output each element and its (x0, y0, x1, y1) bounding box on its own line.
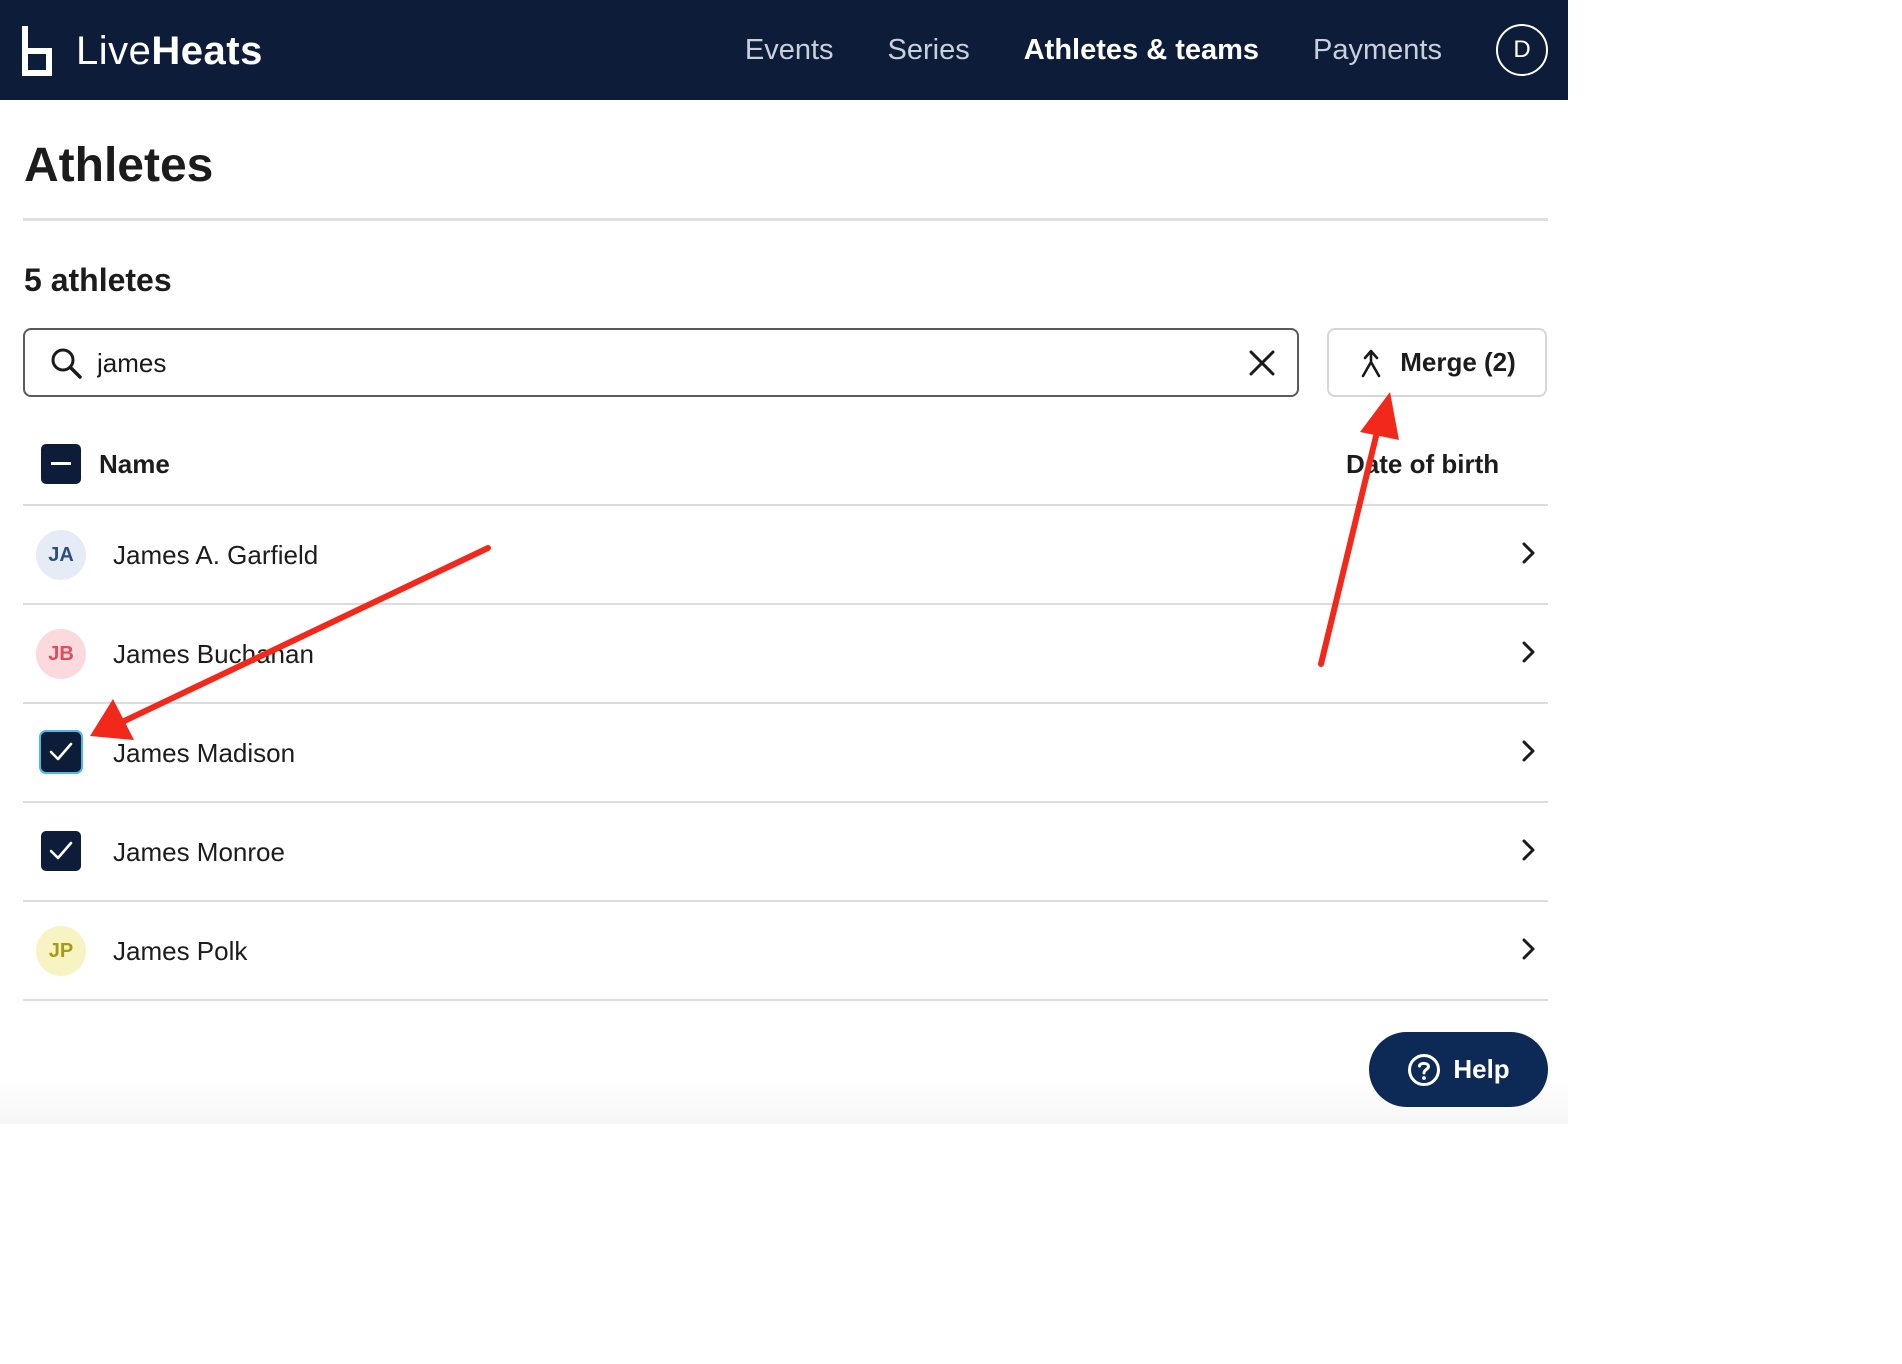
chevron-right-icon (1522, 641, 1535, 663)
nav-payments[interactable]: Payments (1313, 34, 1442, 67)
column-header-name[interactable]: Name (99, 449, 170, 480)
help-button-label: Help (1453, 1054, 1510, 1084)
search-input[interactable] (97, 340, 1217, 386)
user-initial: D (1513, 36, 1531, 63)
athlete-name: James Polk (113, 936, 248, 966)
column-header-date-of-birth[interactable]: Date of birth (1346, 449, 1499, 480)
chevron-right-icon (1522, 839, 1535, 861)
chevron-right-icon (1522, 938, 1535, 960)
merge-icon (1361, 349, 1381, 377)
bottom-shadow (0, 1080, 1568, 1124)
avatar[interactable]: JA (36, 530, 86, 580)
athlete-name: James A. Garfield (113, 540, 319, 570)
top-nav-bar: LiveHeats Events Series Athletes & teams… (0, 0, 1568, 100)
athlete-row[interactable]: JB James Buchanan (23, 605, 1548, 704)
athlete-row[interactable]: JA James A. Garfield (23, 506, 1548, 605)
row-checkbox-checked[interactable] (41, 831, 81, 871)
athlete-name: James Madison (113, 738, 296, 768)
search-icon (51, 348, 82, 379)
athlete-row[interactable]: JP James Polk (23, 902, 1548, 1001)
avatar-initials: JP (48, 939, 74, 962)
athlete-name: James Buchanan (113, 639, 314, 669)
athletes-list: JA James A. Garfield JB James Buchanan J… (23, 506, 1548, 1001)
logo-wordmark: LiveHeats (76, 29, 263, 74)
nav-events[interactable]: Events (745, 34, 834, 67)
page-title: Athletes (24, 139, 214, 192)
nav-series[interactable]: Series (888, 34, 970, 67)
select-all-checkbox[interactable] (41, 444, 81, 484)
liveheats-logo[interactable]: LiveHeats (22, 26, 263, 76)
merge-button-label: Merge (2) (1400, 347, 1516, 377)
nav-athletes-teams[interactable]: Athletes & teams (1024, 34, 1259, 67)
question-circle-icon (1408, 1053, 1441, 1086)
avatar-initials: JA (48, 543, 74, 566)
chevron-right-icon (1522, 542, 1535, 564)
logo-text-light: Live (76, 28, 152, 73)
athletes-count: 5 athletes (24, 262, 172, 298)
athlete-row[interactable]: James Madison (23, 704, 1548, 803)
user-avatar-button[interactable]: D (1496, 24, 1548, 76)
main-nav: Events Series Athletes & teams Payments … (745, 0, 1568, 100)
title-divider (23, 218, 1548, 221)
checkmark-icon (49, 742, 73, 761)
merge-button[interactable]: Merge (2) (1327, 328, 1547, 397)
row-checkbox-checked[interactable] (41, 732, 81, 772)
chevron-right-icon (1522, 740, 1535, 762)
avatar-initials: JB (48, 642, 74, 665)
liveheats-logo-mark-icon (22, 26, 52, 76)
help-button[interactable]: Help (1369, 1032, 1548, 1107)
avatar[interactable]: JB (36, 629, 86, 679)
athlete-row[interactable]: James Monroe (23, 803, 1548, 902)
search-box[interactable] (23, 328, 1299, 397)
checkmark-icon (49, 841, 73, 860)
avatar[interactable]: JP (36, 926, 86, 976)
table-header: Name Date of birth (23, 425, 1548, 505)
logo-text-bold: Heats (151, 28, 263, 73)
close-icon[interactable] (1247, 348, 1277, 378)
athlete-name: James Monroe (113, 837, 285, 867)
